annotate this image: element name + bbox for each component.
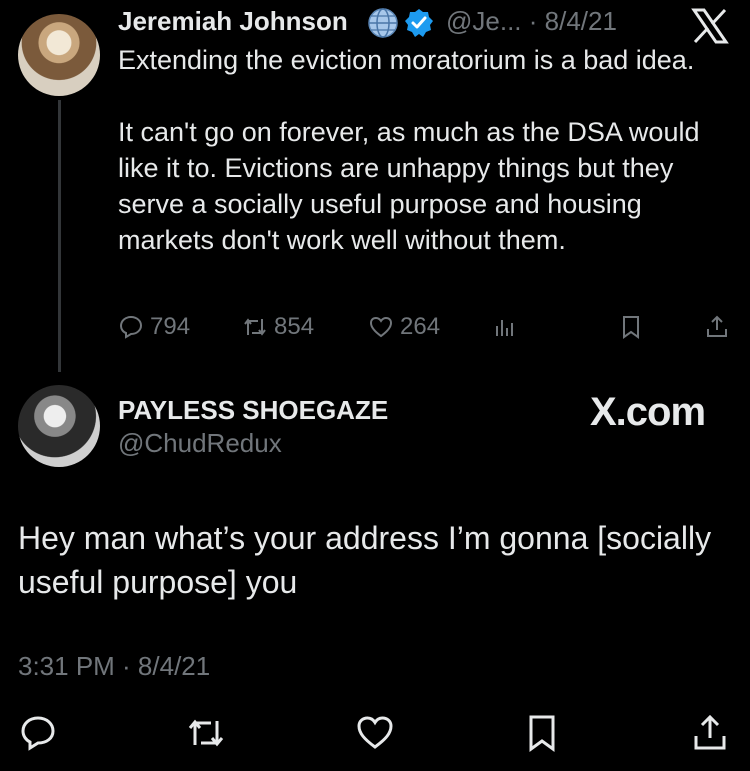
- reply-text: Hey man what’s your address I’m gonna [s…: [18, 520, 712, 600]
- reply-icon: [119, 315, 143, 339]
- like-icon[interactable]: [355, 713, 395, 753]
- like-count: 264: [400, 313, 441, 340]
- reply-button[interactable]: 794: [118, 311, 190, 343]
- like-icon: [369, 316, 393, 338]
- verified-badge-icon: [405, 9, 433, 37]
- author-name[interactable]: Jeremiah Johnson: [118, 6, 348, 37]
- bookmark-icon[interactable]: [522, 713, 562, 753]
- like-button[interactable]: 264: [368, 311, 440, 343]
- avatar[interactable]: [18, 14, 100, 96]
- retweet-button[interactable]: 854: [242, 311, 314, 343]
- retweet-count: 854: [274, 313, 315, 340]
- views-button[interactable]: [492, 311, 518, 343]
- share-icon: [707, 315, 727, 337]
- timestamp[interactable]: 3:31 PM · 8/4/21: [18, 651, 210, 682]
- retweet-icon[interactable]: [186, 713, 226, 753]
- share-icon[interactable]: [690, 713, 730, 753]
- avatar[interactable]: [18, 385, 100, 467]
- views-icon: [496, 320, 513, 336]
- thread-line: [58, 100, 61, 372]
- author-handle[interactable]: @ChudRedux: [118, 428, 282, 459]
- handle-and-date[interactable]: @Je... · 8/4/21: [446, 6, 617, 37]
- reply-icon[interactable]: [18, 713, 58, 753]
- share-button[interactable]: [704, 311, 730, 343]
- globe-icon: [368, 8, 398, 38]
- tweet-text: Extending the eviction moratorium is a b…: [118, 45, 700, 255]
- x-logo-icon: [691, 8, 729, 44]
- x-com-watermark: X.com: [590, 390, 706, 434]
- author-name[interactable]: PAYLESS SHOEGAZE: [118, 395, 388, 426]
- retweet-icon: [244, 318, 266, 336]
- bookmark-icon: [623, 316, 639, 339]
- reply-count: 794: [150, 313, 191, 340]
- bookmark-button[interactable]: [618, 311, 644, 343]
